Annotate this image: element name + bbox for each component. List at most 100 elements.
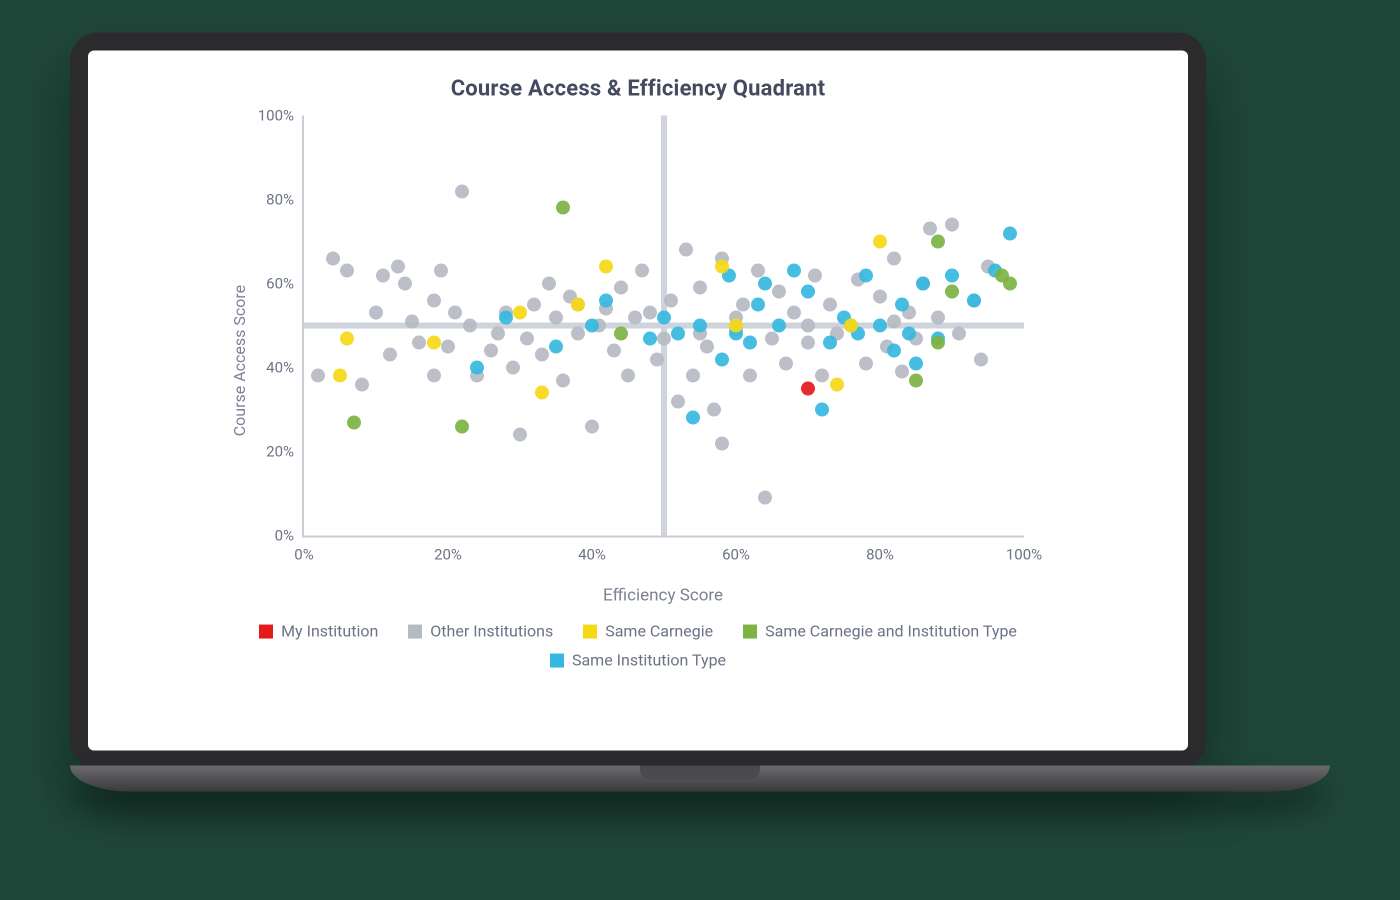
legend-item[interactable]: Same Carnegie [583, 622, 713, 641]
data-point[interactable] [614, 327, 628, 341]
data-point[interactable] [326, 251, 340, 265]
data-point[interactable] [859, 356, 873, 370]
data-point[interactable] [549, 310, 563, 324]
data-point[interactable] [355, 377, 369, 391]
data-point[interactable] [916, 277, 930, 291]
data-point[interactable] [405, 314, 419, 328]
data-point[interactable] [628, 310, 642, 324]
legend-item[interactable]: My Institution [259, 622, 378, 641]
data-point[interactable] [535, 386, 549, 400]
data-point[interactable] [736, 298, 750, 312]
data-point[interactable] [585, 319, 599, 333]
data-point[interactable] [441, 340, 455, 354]
data-point[interactable] [427, 293, 441, 307]
data-point[interactable] [513, 306, 527, 320]
data-point[interactable] [599, 293, 613, 307]
data-point[interactable] [347, 415, 361, 429]
legend-item[interactable]: Same Carnegie and Institution Type [743, 622, 1017, 641]
data-point[interactable] [693, 281, 707, 295]
data-point[interactable] [427, 369, 441, 383]
data-point[interactable] [787, 306, 801, 320]
data-point[interactable] [801, 335, 815, 349]
data-point[interactable] [859, 268, 873, 282]
data-point[interactable] [391, 260, 405, 274]
data-point[interactable] [844, 319, 858, 333]
data-point[interactable] [909, 356, 923, 370]
data-point[interactable] [707, 403, 721, 417]
data-point[interactable] [801, 285, 815, 299]
data-point[interactable] [787, 264, 801, 278]
data-point[interactable] [873, 319, 887, 333]
data-point[interactable] [635, 264, 649, 278]
data-point[interactable] [427, 335, 441, 349]
data-point[interactable] [887, 344, 901, 358]
data-point[interactable] [729, 319, 743, 333]
data-point[interactable] [369, 306, 383, 320]
data-point[interactable] [931, 235, 945, 249]
data-point[interactable] [455, 419, 469, 433]
data-point[interactable] [1003, 277, 1017, 291]
scatter-plot[interactable]: 0%20%40%60%80%100%0%20%40%60%80%100% [302, 116, 1024, 538]
data-point[interactable] [506, 361, 520, 375]
data-point[interactable] [621, 369, 635, 383]
data-point[interactable] [808, 268, 822, 282]
data-point[interactable] [895, 298, 909, 312]
data-point[interactable] [779, 356, 793, 370]
data-point[interactable] [945, 285, 959, 299]
data-point[interactable] [952, 327, 966, 341]
data-point[interactable] [772, 285, 786, 299]
data-point[interactable] [470, 361, 484, 375]
data-point[interactable] [902, 327, 916, 341]
data-point[interactable] [311, 369, 325, 383]
data-point[interactable] [823, 298, 837, 312]
data-point[interactable] [571, 298, 585, 312]
data-point[interactable] [945, 268, 959, 282]
data-point[interactable] [542, 277, 556, 291]
data-point[interactable] [895, 365, 909, 379]
data-point[interactable] [801, 319, 815, 333]
data-point[interactable] [527, 298, 541, 312]
data-point[interactable] [607, 344, 621, 358]
data-point[interactable] [815, 369, 829, 383]
data-point[interactable] [700, 340, 714, 354]
data-point[interactable] [931, 310, 945, 324]
legend-item[interactable]: Same Institution Type [550, 651, 726, 670]
data-point[interactable] [909, 373, 923, 387]
data-point[interactable] [801, 382, 815, 396]
data-point[interactable] [614, 281, 628, 295]
data-point[interactable] [398, 277, 412, 291]
data-point[interactable] [743, 335, 757, 349]
data-point[interactable] [520, 331, 534, 345]
data-point[interactable] [743, 369, 757, 383]
data-point[interactable] [715, 260, 729, 274]
data-point[interactable] [657, 310, 671, 324]
data-point[interactable] [945, 218, 959, 232]
data-point[interactable] [815, 403, 829, 417]
data-point[interactable] [448, 306, 462, 320]
data-point[interactable] [671, 327, 685, 341]
data-point[interactable] [556, 201, 570, 215]
data-point[interactable] [657, 331, 671, 345]
data-point[interactable] [887, 251, 901, 265]
legend-item[interactable]: Other Institutions [408, 622, 553, 641]
data-point[interactable] [671, 394, 685, 408]
data-point[interactable] [412, 335, 426, 349]
data-point[interactable] [758, 491, 772, 505]
data-point[interactable] [340, 264, 354, 278]
data-point[interactable] [873, 289, 887, 303]
data-point[interactable] [535, 348, 549, 362]
data-point[interactable] [556, 373, 570, 387]
data-point[interactable] [715, 352, 729, 366]
data-point[interactable] [434, 264, 448, 278]
data-point[interactable] [664, 293, 678, 307]
data-point[interactable] [823, 335, 837, 349]
data-point[interactable] [758, 277, 772, 291]
data-point[interactable] [340, 331, 354, 345]
data-point[interactable] [455, 184, 469, 198]
data-point[interactable] [715, 436, 729, 450]
data-point[interactable] [751, 298, 765, 312]
data-point[interactable] [549, 340, 563, 354]
data-point[interactable] [376, 268, 390, 282]
data-point[interactable] [679, 243, 693, 257]
data-point[interactable] [967, 293, 981, 307]
